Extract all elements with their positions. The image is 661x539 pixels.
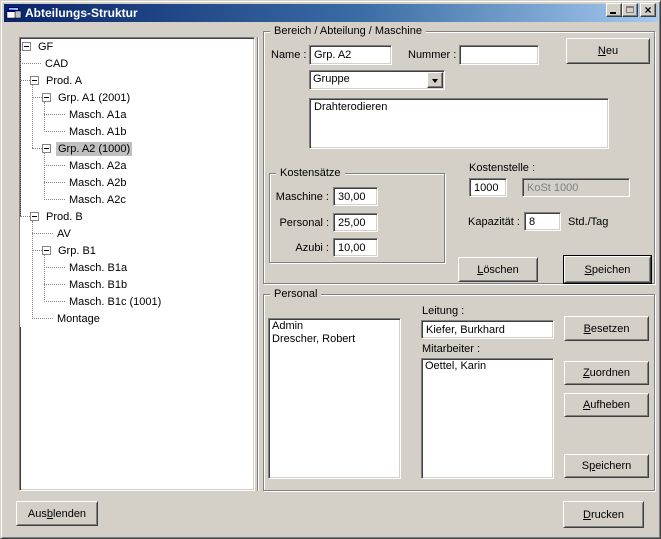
tree-node-masch-b1a[interactable]: Masch. B1a <box>44 259 254 276</box>
tree-node-prod-a[interactable]: Prod. A <box>20 72 254 89</box>
tree-node-label[interactable]: Grp. B1 <box>56 244 98 258</box>
tree-node-grp-a2[interactable]: Grp. A2 (1000) <box>32 140 254 157</box>
speichern-button[interactable]: Speichern <box>564 454 649 478</box>
collapse-icon[interactable] <box>22 42 31 51</box>
azubi-satz-label: Azubi : <box>271 242 329 254</box>
panel-divider <box>257 37 259 491</box>
tree-node-label[interactable]: Masch. A2c <box>67 193 128 207</box>
tree-node-label[interactable]: Prod. B <box>44 210 85 224</box>
tree-node-montage[interactable]: Montage <box>32 310 254 327</box>
tree-node-label[interactable]: Masch. A2a <box>67 159 128 173</box>
maschine-satz-input[interactable] <box>333 187 378 206</box>
kostenstelle-label: Kostenstelle : <box>469 162 535 174</box>
close-button[interactable]: × <box>640 3 656 17</box>
collapse-icon[interactable] <box>42 246 51 255</box>
list-item[interactable]: Admin <box>269 320 400 333</box>
form-window-icon[interactable] <box>6 5 22 21</box>
list-item[interactable]: Oettel, Karin <box>422 360 553 373</box>
tree-node-masch-b1c[interactable]: Masch. B1c (1001) <box>44 293 254 310</box>
speichen-button[interactable]: Speichen <box>564 256 651 283</box>
nummer-label: Nummer : <box>408 49 456 61</box>
personal-pool-listbox[interactable]: Admin Drescher, Robert <box>268 318 401 479</box>
tree-node-label[interactable]: Grp. A1 (2001) <box>56 91 132 105</box>
typ-dropdown-value: Gruppe <box>313 73 350 85</box>
collapse-icon[interactable] <box>42 93 51 102</box>
nummer-input[interactable] <box>459 45 539 65</box>
tree-node-masch-a1a[interactable]: Masch. A1a <box>44 106 254 123</box>
tree-node-masch-a2a[interactable]: Masch. A2a <box>44 157 254 174</box>
mitarbeiter-label: Mitarbeiter : <box>422 343 480 355</box>
maximize-button[interactable] <box>622 3 638 17</box>
tree-node-label-selected[interactable]: Grp. A2 (1000) <box>56 142 132 156</box>
tree-node-masch-a1b[interactable]: Masch. A1b <box>44 123 254 140</box>
kostenstelle-nr-input[interactable] <box>469 178 507 197</box>
chevron-down-icon <box>432 79 438 83</box>
kostenstelle-name-input <box>522 178 630 197</box>
personal-satz-label: Personal : <box>271 217 329 229</box>
besetzen-button[interactable]: Besetzen <box>564 316 649 341</box>
tree-node-grp-a1[interactable]: Grp. A1 (2001) <box>32 89 254 106</box>
window-title: Abteilungs-Struktur <box>22 6 138 20</box>
loeschen-button[interactable]: Löschen <box>458 257 538 282</box>
tree-node-gf[interactable]: GF <box>20 38 254 55</box>
titlebar[interactable]: Abteilungs-Struktur <box>4 4 658 22</box>
tree-node-av[interactable]: AV <box>32 225 254 242</box>
tree-node-label[interactable]: CAD <box>43 57 70 71</box>
department-tree: GF CAD Prod. A Grp. A1 (2001) Mas <box>20 38 254 327</box>
tree-node-label[interactable]: Montage <box>55 312 102 326</box>
name-input[interactable] <box>309 45 392 65</box>
azubi-satz-input[interactable] <box>333 238 378 257</box>
collapse-icon[interactable] <box>42 144 51 153</box>
neu-button[interactable]: Neu <box>566 38 650 64</box>
dropdown-button[interactable] <box>427 72 443 88</box>
ausblenden-button[interactable]: Ausblenden <box>16 501 98 526</box>
typ-dropdown[interactable]: Gruppe <box>309 70 445 90</box>
maschine-satz-label: Maschine : <box>271 191 329 203</box>
tree-node-label[interactable]: Masch. B1a <box>67 261 129 275</box>
kapazitaet-label: Kapazität : <box>468 216 520 228</box>
close-icon: × <box>641 3 655 17</box>
tree-node-cad[interactable]: CAD <box>20 55 254 72</box>
drucken-button[interactable]: Drucken <box>563 501 644 528</box>
structure-tree-panel[interactable]: GF CAD Prod. A Grp. A1 (2001) Mas <box>19 37 255 491</box>
zuordnen-button[interactable]: Zuordnen <box>564 361 649 385</box>
tree-node-label[interactable]: Prod. A <box>44 74 84 88</box>
maximize-icon <box>626 6 634 13</box>
tree-node-masch-a2b[interactable]: Masch. A2b <box>44 174 254 191</box>
beschreibung-textarea[interactable]: Drahterodieren <box>309 98 609 149</box>
tree-node-label[interactable]: Masch. A1b <box>67 125 128 139</box>
personal-satz-input[interactable] <box>333 213 378 232</box>
tree-node-prod-b[interactable]: Prod. B <box>20 208 254 225</box>
list-item[interactable]: Drescher, Robert <box>269 333 400 346</box>
kapazitaet-unit-label: Std./Tag <box>568 216 608 228</box>
minimize-icon <box>610 12 616 14</box>
tree-node-label[interactable]: Masch. B1b <box>67 278 129 292</box>
kapazitaet-input[interactable] <box>524 212 561 231</box>
tree-node-grp-b1[interactable]: Grp. B1 <box>32 242 254 259</box>
tree-node-label[interactable]: Masch. A1a <box>67 108 128 122</box>
personal-groupbox-legend: Personal <box>270 288 321 300</box>
tree-node-masch-b1b[interactable]: Masch. B1b <box>44 276 254 293</box>
tree-node-label[interactable]: Masch. A2b <box>67 176 128 190</box>
kostensaetze-groupbox-legend: Kostensätze <box>276 167 345 179</box>
tree-node-label[interactable]: GF <box>36 40 55 54</box>
abteilungs-struktur-window: Abteilungs-Struktur × GF CAD Prod. A <box>0 0 661 539</box>
tree-node-label[interactable]: AV <box>55 227 73 241</box>
collapse-icon[interactable] <box>30 212 39 221</box>
name-label: Name : <box>271 49 306 61</box>
leitung-label: Leitung : <box>422 305 464 317</box>
collapse-icon[interactable] <box>30 76 39 85</box>
tree-node-masch-a2c[interactable]: Masch. A2c <box>44 191 254 208</box>
tree-node-label[interactable]: Masch. B1c (1001) <box>67 295 163 309</box>
leitung-input[interactable] <box>421 320 554 339</box>
bereich-groupbox-legend: Bereich / Abteilung / Maschine <box>270 25 426 37</box>
minimize-button[interactable] <box>606 3 622 17</box>
aufheben-button[interactable]: Aufheben <box>564 393 649 417</box>
mitarbeiter-listbox[interactable]: Oettel, Karin <box>421 358 554 479</box>
